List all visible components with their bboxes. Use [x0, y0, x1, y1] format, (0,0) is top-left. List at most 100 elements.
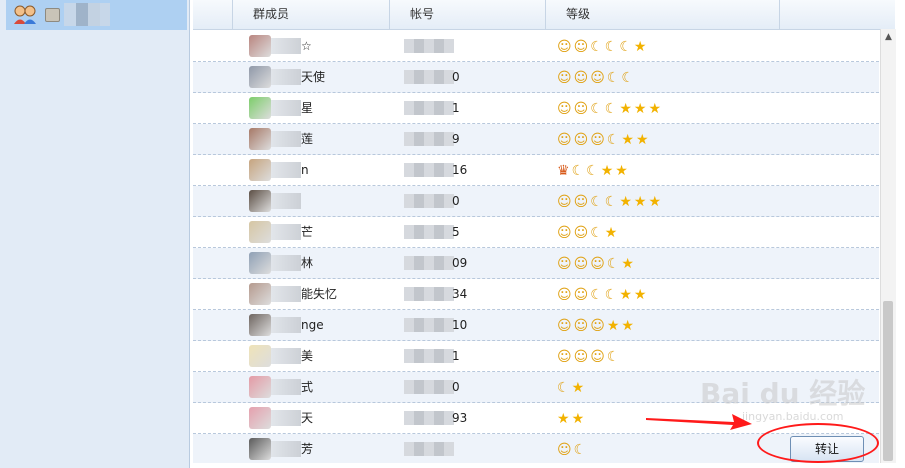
member-avatar [249, 159, 271, 181]
moon-icon: ☾ [590, 38, 603, 55]
member-name-redacted [271, 69, 301, 85]
star-icon: ★ [604, 224, 618, 241]
group-icon [14, 5, 36, 24]
group-name-redacted [64, 3, 110, 26]
member-row[interactable]: 能失忆 34 ☺ ☺ ☾ ☾ ★ ★ [193, 279, 879, 310]
member-level: ☺ ☺ ☺ ☾ ★ ★ [557, 124, 649, 155]
smile-icon: ☺ [557, 69, 572, 86]
star-icon: ★ [648, 100, 662, 117]
moon-icon: ☾ [590, 224, 603, 241]
member-name: 芳 [301, 442, 314, 456]
member-avatar [249, 283, 271, 305]
smile-icon: ☺ [590, 69, 605, 86]
smile-icon: ☺ [573, 286, 589, 303]
member-row[interactable]: nge 10 ☺ ☺ ☺ ★ ★ [193, 310, 879, 341]
smile-icon: ☺ [557, 131, 572, 148]
member-avatar [249, 190, 271, 212]
member-account: 1 [452, 101, 460, 115]
header-members[interactable]: 群成员 [233, 0, 390, 29]
member-avatar [249, 438, 271, 460]
member-level: ☺ ☺ ☾ ☾ ★ ★ ★ [557, 186, 661, 217]
member-row[interactable]: 莲 9 ☺ ☺ ☺ ☾ ★ ★ [193, 124, 879, 155]
smile-icon: ☺ [590, 255, 605, 272]
member-avatar [249, 221, 271, 243]
group-list-item-selected[interactable] [6, 0, 187, 30]
baidu-watermark: Bai du 经验 [700, 377, 866, 410]
scrollbar-thumb[interactable] [883, 301, 893, 461]
star-icon: ★ [648, 193, 662, 210]
star-icon: ★ [633, 100, 647, 117]
member-account-redacted [404, 287, 454, 301]
member-name-redacted [271, 317, 301, 333]
member-account-redacted [404, 318, 454, 332]
member-avatar [249, 314, 271, 336]
member-name-redacted [271, 38, 301, 54]
member-row[interactable]: 天使 0 ☺ ☺ ☺ ☾ ☾ [193, 62, 879, 93]
member-row[interactable]: 星 1 ☺ ☺ ☾ ☾ ★ ★ ★ [193, 93, 879, 124]
moon-icon: ☾ [573, 441, 587, 458]
smile-icon: ☺ [590, 317, 605, 334]
star-icon: ★ [619, 286, 632, 303]
smile-icon: ☺ [557, 286, 572, 303]
star-icon: ★ [633, 286, 647, 303]
member-account-redacted [404, 132, 454, 146]
smile-icon: ☺ [557, 441, 572, 458]
member-name-redacted [271, 286, 301, 302]
moon-icon: ☾ [557, 379, 570, 396]
member-avatar [249, 376, 271, 398]
member-account: 1 [452, 349, 460, 363]
header-spacer [193, 0, 233, 29]
moon-icon: ☾ [604, 286, 618, 303]
smile-icon: ☺ [557, 224, 572, 241]
member-row[interactable]: n 16 ♛ ☾ ☾ ★ ★ [193, 155, 879, 186]
member-account: 93 [452, 411, 468, 425]
group-list-panel [0, 0, 190, 468]
smile-icon: ☺ [557, 348, 572, 365]
member-level: ☺ ☺ ☾ ☾ ★ ★ ★ [557, 93, 661, 124]
member-row[interactable]: ☆ ☺ ☺ ☾ ☾ ☾ ★ [193, 31, 879, 62]
member-account: 0 [452, 194, 460, 208]
star-icon: ★ [633, 193, 647, 210]
smile-icon: ☺ [590, 348, 605, 365]
scroll-up-arrow-icon[interactable]: ▲ [881, 29, 896, 45]
star-icon: ★ [619, 100, 632, 117]
member-avatar [249, 97, 271, 119]
member-level: ☺ ☺ ☾ ☾ ★ ★ [557, 279, 646, 310]
member-account: 34 [452, 287, 468, 301]
member-account-redacted [404, 349, 454, 363]
red-arrow-annotation-icon [646, 414, 752, 430]
vertical-scrollbar[interactable]: ▲ [880, 29, 896, 463]
member-name: 式 [301, 380, 314, 394]
red-circle-annotation [757, 423, 879, 463]
member-name-redacted [271, 441, 301, 457]
smile-icon: ☺ [573, 224, 589, 241]
member-level: ☺ ☺ ☺ ☾ ☾ [557, 62, 634, 93]
star-icon: ★ [633, 38, 647, 55]
star-icon: ★ [571, 379, 585, 396]
member-name: n [301, 163, 309, 177]
member-row[interactable]: 0 ☺ ☺ ☾ ☾ ★ ★ ★ [193, 186, 879, 217]
member-row[interactable]: 林 09 ☺ ☺ ☺ ☾ ★ [193, 248, 879, 279]
smile-icon: ☺ [557, 38, 572, 55]
moon-icon: ☾ [571, 162, 585, 179]
member-row[interactable]: 美 1 ☺ ☺ ☺ ☾ [193, 341, 879, 372]
member-name: nge [301, 318, 324, 332]
member-row[interactable]: 芒 5 ☺ ☺ ☾ ★ [193, 217, 879, 248]
smile-icon: ☺ [557, 193, 572, 210]
moon-icon: ☾ [621, 69, 634, 86]
header-level[interactable]: 等级 [546, 0, 780, 29]
moon-icon: ☾ [590, 286, 603, 303]
member-name-redacted [271, 100, 301, 116]
member-account-redacted [404, 442, 454, 456]
member-name-redacted [271, 131, 301, 147]
star-icon: ★ [621, 255, 634, 272]
member-account-redacted [404, 101, 454, 115]
member-name-redacted [271, 162, 301, 178]
header-account[interactable]: 帐号 [390, 0, 546, 29]
member-avatar [249, 407, 271, 429]
member-name-redacted [271, 379, 301, 395]
member-account-redacted [404, 256, 454, 270]
smile-icon: ☺ [573, 38, 589, 55]
moon-icon: ☾ [590, 193, 603, 210]
member-avatar [249, 345, 271, 367]
